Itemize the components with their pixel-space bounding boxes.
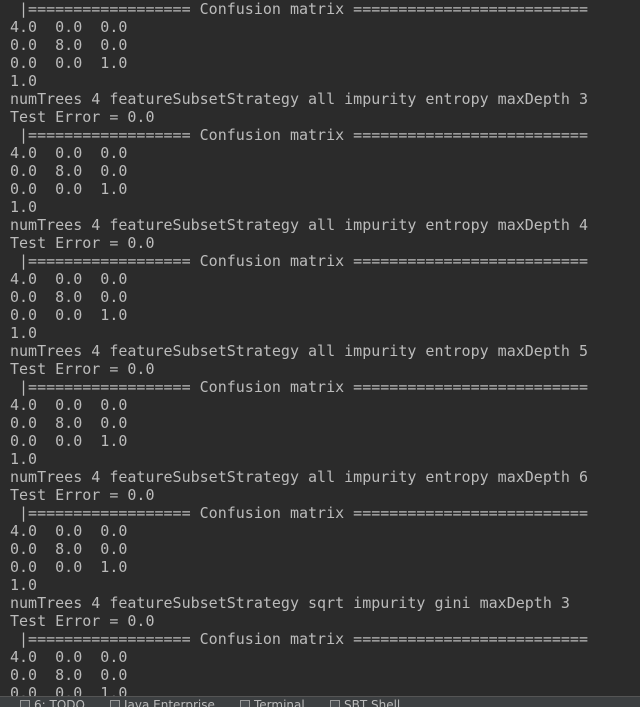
console-line: 4.0 0.0 0.0: [10, 144, 128, 162]
console-line: 0.0 8.0 0.0: [10, 162, 128, 180]
console-line: 1.0: [10, 324, 38, 342]
console-line: numTrees 4 featureSubsetStrategy all imp…: [10, 90, 588, 108]
console-line: Test Error = 0.0: [10, 108, 155, 126]
tool-window-bar: 6: TODO Java Enterprise Terminal SBT She…: [0, 696, 640, 707]
console-line: |================== Confusion matrix ===…: [10, 504, 588, 522]
console-line: |================== Confusion matrix ===…: [10, 0, 588, 18]
console-line: Test Error = 0.0: [10, 360, 155, 378]
console-line: 0.0 8.0 0.0: [10, 666, 128, 684]
console-line: |================== Confusion matrix ===…: [10, 126, 588, 144]
console-line: |================== Confusion matrix ===…: [10, 630, 588, 648]
console-line: numTrees 4 featureSubsetStrategy all imp…: [10, 342, 588, 360]
console-line: 1.0: [10, 72, 38, 90]
console-line: 4.0 0.0 0.0: [10, 18, 128, 36]
console-line: numTrees 4 featureSubsetStrategy all imp…: [10, 468, 588, 486]
console-line: 0.0 0.0 1.0: [10, 306, 128, 324]
console-line: 0.0 8.0 0.0: [10, 540, 128, 558]
console-line: Test Error = 0.0: [10, 234, 155, 252]
console-line: 1.0: [10, 198, 38, 216]
console-line: 0.0 8.0 0.0: [10, 36, 128, 54]
console-line: Test Error = 0.0: [10, 612, 155, 630]
console-line: 0.0 0.0 1.0: [10, 432, 128, 450]
console-line: numTrees 4 featureSubsetStrategy all imp…: [10, 216, 588, 234]
console-line: 0.0 0.0 1.0: [10, 558, 128, 576]
run-console-output[interactable]: |================== Confusion matrix ===…: [0, 0, 640, 706]
console-line: numTrees 4 featureSubsetStrategy sqrt im…: [10, 594, 570, 612]
console-line: 0.0 8.0 0.0: [10, 414, 128, 432]
console-line: 4.0 0.0 0.0: [10, 270, 128, 288]
console-line: 0.0 0.0 1.0: [10, 54, 128, 72]
console-line: 0.0 8.0 0.0: [10, 288, 128, 306]
console-line: 4.0 0.0 0.0: [10, 522, 128, 540]
console-line: |================== Confusion matrix ===…: [10, 252, 588, 270]
console-line: 4.0 0.0 0.0: [10, 396, 128, 414]
console-lines: |================== Confusion matrix ===…: [10, 0, 640, 702]
console-line: 4.0 0.0 0.0: [10, 648, 128, 666]
console-line: 1.0: [10, 576, 38, 594]
console-line: |================== Confusion matrix ===…: [10, 378, 588, 396]
console-line: Test Error = 0.0: [10, 486, 155, 504]
console-line: 0.0 0.0 1.0: [10, 180, 128, 198]
console-line: 1.0: [10, 450, 38, 468]
